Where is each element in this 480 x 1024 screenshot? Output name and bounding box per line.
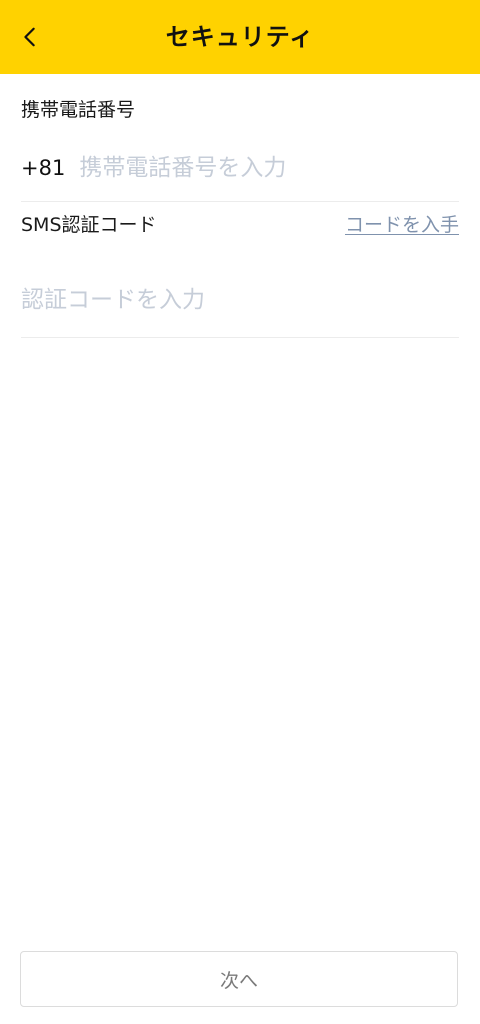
phone-row: +81 — [21, 140, 459, 196]
divider — [21, 337, 459, 338]
page-title: セキュリティ — [165, 23, 315, 51]
divider — [21, 201, 459, 202]
app-header: セキュリティ — [0, 0, 480, 74]
country-code[interactable]: +81 — [21, 156, 65, 180]
phone-label: 携帯電話番号 — [21, 99, 136, 121]
sms-row: SMS認証コード コードを入手 — [21, 205, 459, 241]
code-row — [21, 272, 459, 328]
get-code-link[interactable]: コードを入手 — [345, 210, 459, 237]
sms-code-label: SMS認証コード — [21, 213, 157, 236]
verification-code-input[interactable] — [21, 287, 459, 313]
security-screen: セキュリティ 携帯電話番号 +81 SMS認証コード コードを入手 次へ — [0, 0, 480, 1024]
phone-input[interactable] — [79, 155, 459, 181]
next-button[interactable]: 次へ — [20, 951, 458, 1007]
